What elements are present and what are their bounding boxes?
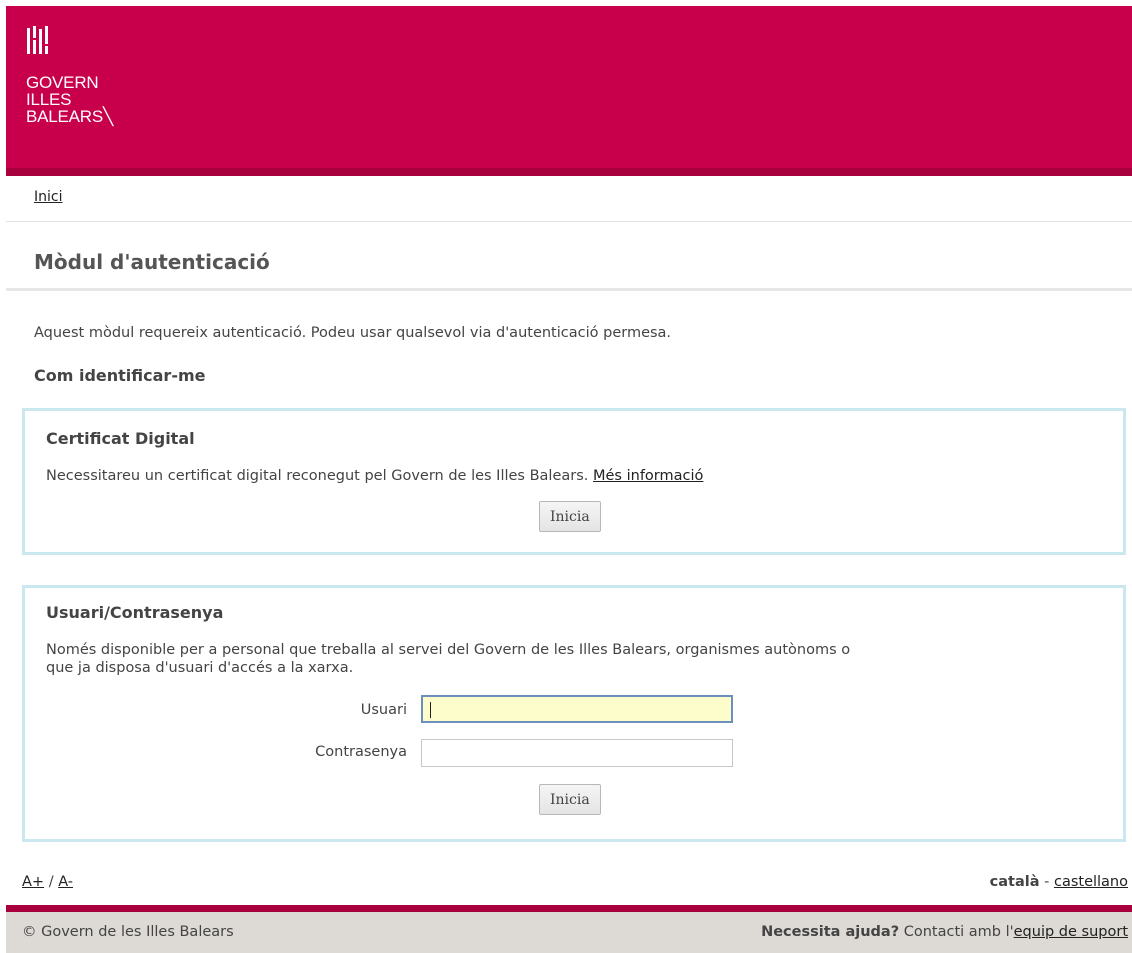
govern-logo[interactable]: GOVERN ILLES BALEARS╲ [26,26,113,125]
breadcrumb: Inici [6,176,1132,222]
userpass-description-line2: que ja disposa d'usuari d'accés a la xar… [46,660,354,676]
userpass-panel: Usuari/Contrasenya Només disponible per … [22,585,1126,842]
certificate-description-text: Necessitareu un certificat digital recon… [46,468,589,484]
language-current: català [989,874,1040,890]
help-question: Necessita ajuda? [761,924,900,940]
certificate-start-button[interactable]: Inicia [539,501,601,532]
copyright-text: © Govern de les Illes Balears [22,924,234,940]
language-separator: - [1044,874,1050,890]
header-bottom-line [6,168,1132,176]
help-text: Necessita ajuda? Contacti amb l'equip de… [761,924,1128,940]
help-contact-text: Contacti amb l' [903,924,1014,940]
how-to-identify-heading: Com identificar-me [34,366,206,385]
certificate-panel: Certificat Digital Necessitareu un certi… [22,408,1126,555]
userpass-description-line1: Només disponible per a personal que treb… [46,642,851,658]
logo-text: GOVERN ILLES BALEARS╲ [26,74,113,125]
language-castellano-link[interactable]: castellano [1054,874,1128,890]
intro-text: Aquest mòdul requereix autenticació. Pod… [34,325,672,341]
page-title: Mòdul d'autenticació [34,250,270,274]
font-increase-link[interactable]: A+ [22,874,44,890]
font-decrease-link[interactable]: A- [58,874,73,890]
more-info-link[interactable]: Més informació [593,468,703,484]
username-input[interactable] [421,695,733,723]
title-divider [6,288,1132,291]
certificate-description: Necessitareu un certificat digital recon… [46,467,703,485]
password-label: Contrasenya [315,744,407,760]
govern-emblem-icon [27,26,48,54]
userpass-description: Només disponible per a personal que treb… [46,641,850,677]
logo-line-balears: BALEARS╲ [26,107,114,126]
font-size-separator: / [48,874,54,890]
logo-line-govern: GOVERN [26,73,99,92]
password-input[interactable] [421,739,733,767]
breadcrumb-home-link[interactable]: Inici [34,189,62,205]
font-size-controls: A+ / A- [22,874,73,890]
certificate-title: Certificat Digital [46,429,195,448]
userpass-start-button[interactable]: Inicia [539,784,601,815]
footer-options: A+ / A- català - castellano [6,870,1132,898]
footer: © Govern de les Illes Balears Necessita … [6,905,1132,953]
userpass-title: Usuari/Contrasenya [46,603,224,622]
language-selector: català - castellano [990,874,1128,890]
username-label: Usuari [360,702,407,718]
text-caret [430,702,431,718]
support-team-link[interactable]: equip de suport [1014,924,1128,940]
logo-line-illes: ILLES [26,90,72,109]
header-banner: GOVERN ILLES BALEARS╲ [6,6,1132,176]
